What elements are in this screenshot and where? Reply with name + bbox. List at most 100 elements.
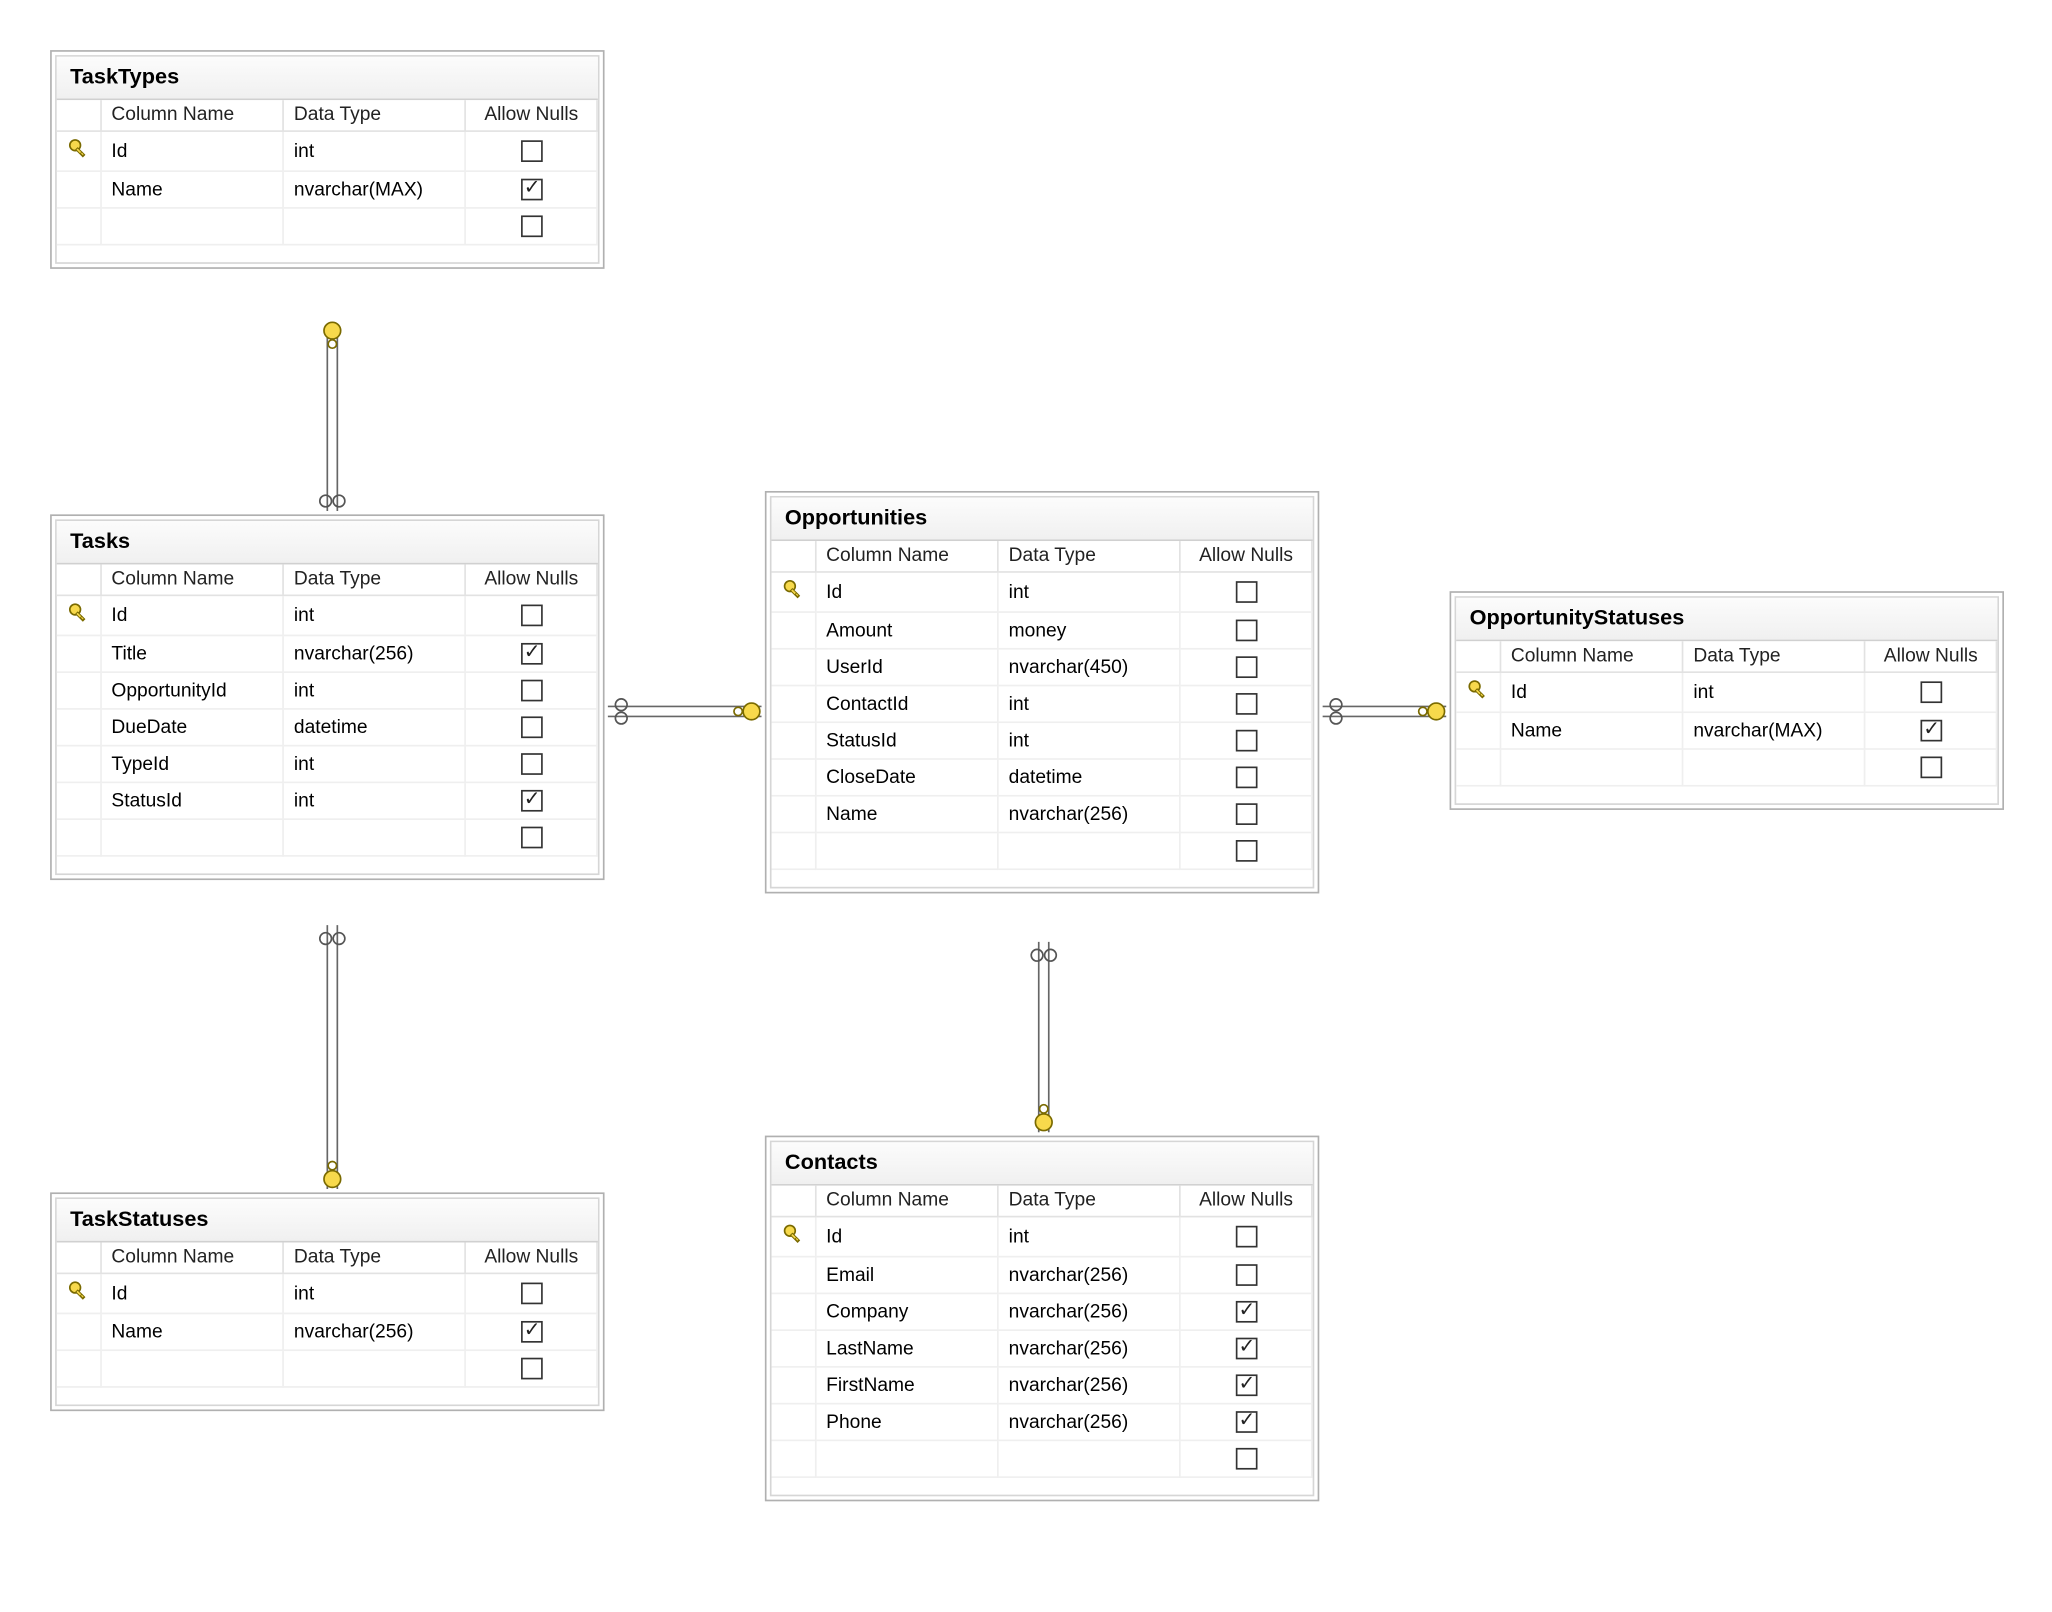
column-name: LastName	[815, 1330, 997, 1367]
column-row[interactable]: OpportunityIdint	[57, 672, 597, 709]
column-row[interactable]: LastNamenvarchar(256)	[772, 1330, 1312, 1367]
allow-nulls-checkbox[interactable]	[520, 605, 542, 627]
allow-nulls-checkbox[interactable]	[520, 179, 542, 201]
column-row-empty[interactable]	[57, 819, 597, 856]
allow-nulls-checkbox[interactable]	[1235, 656, 1257, 678]
table-contacts[interactable]: Contacts Column Name Data Type Allow Nul…	[765, 1136, 1319, 1502]
pk-cell	[57, 1313, 101, 1350]
column-row[interactable]: FirstNamenvarchar(256)	[772, 1367, 1312, 1404]
column-type: nvarchar(256)	[998, 1330, 1180, 1367]
column-row[interactable]: Idint	[1456, 672, 1996, 712]
primary-key-icon	[1466, 678, 1489, 701]
column-type: nvarchar(256)	[998, 796, 1180, 833]
pk-cell	[772, 1293, 816, 1330]
pk-cell	[772, 1367, 816, 1404]
column-row[interactable]: Namenvarchar(256)	[57, 1313, 597, 1350]
allow-nulls-checkbox[interactable]	[1235, 1411, 1257, 1433]
table-taskstatuses[interactable]: TaskStatuses Column Name Data Type Allow…	[50, 1192, 604, 1411]
allow-nulls-checkbox[interactable]	[1235, 1374, 1257, 1396]
column-row[interactable]: Titlenvarchar(256)	[57, 635, 597, 672]
allow-nulls-cell	[466, 1273, 597, 1313]
allow-nulls-checkbox[interactable]	[1920, 757, 1942, 779]
allow-nulls-checkbox[interactable]	[520, 643, 542, 665]
allow-nulls-checkbox[interactable]	[520, 827, 542, 849]
allow-nulls-checkbox[interactable]	[520, 1321, 542, 1343]
column-row[interactable]: DueDatedatetime	[57, 709, 597, 746]
table-tasks[interactable]: Tasks Column Name Data Type Allow Nulls …	[50, 514, 604, 880]
allow-nulls-checkbox[interactable]	[520, 790, 542, 812]
allow-nulls-checkbox[interactable]	[1920, 681, 1942, 703]
column-row-empty[interactable]	[772, 832, 1312, 869]
column-row[interactable]: Amountmoney	[772, 612, 1312, 649]
column-row[interactable]: Phonenvarchar(256)	[772, 1404, 1312, 1441]
column-row[interactable]: UserIdnvarchar(450)	[772, 649, 1312, 686]
column-name: Id	[815, 1217, 997, 1257]
allow-nulls-checkbox[interactable]	[1235, 1448, 1257, 1470]
column-row[interactable]: Idint	[57, 1273, 597, 1313]
allow-nulls-cell	[1180, 722, 1311, 759]
allow-nulls-checkbox[interactable]	[1235, 1338, 1257, 1360]
allow-nulls-checkbox[interactable]	[1235, 620, 1257, 642]
allow-nulls-cell	[1180, 612, 1311, 649]
allow-nulls-checkbox[interactable]	[520, 1358, 542, 1380]
table-title: OpportunityStatuses	[1456, 598, 1997, 641]
allow-nulls-cell	[466, 171, 597, 208]
allow-nulls-cell	[1180, 572, 1311, 612]
allow-nulls-checkbox[interactable]	[1235, 1301, 1257, 1323]
column-row[interactable]: Companynvarchar(256)	[772, 1293, 1312, 1330]
column-row[interactable]: Idint	[772, 1217, 1312, 1257]
column-row[interactable]: CloseDatedatetime	[772, 759, 1312, 796]
columns-grid: Column Name Data Type Allow Nulls IdintN…	[1456, 641, 1997, 786]
column-row[interactable]: Idint	[57, 595, 597, 635]
allow-nulls-checkbox[interactable]	[1235, 693, 1257, 715]
diagram-canvas[interactable]: TaskTypes Column Name Data Type Allow Nu…	[0, 0, 2051, 1603]
column-row[interactable]: Emailnvarchar(256)	[772, 1257, 1312, 1294]
pk-cell	[772, 722, 816, 759]
primary-key-icon	[781, 578, 804, 601]
allow-nulls-checkbox[interactable]	[1235, 1226, 1257, 1248]
column-name: Name	[815, 796, 997, 833]
allow-nulls-checkbox[interactable]	[1235, 581, 1257, 603]
allow-nulls-checkbox[interactable]	[520, 140, 542, 162]
column-name: Name	[1500, 712, 1682, 749]
pk-cell	[772, 1257, 816, 1294]
column-row[interactable]: TypeIdint	[57, 746, 597, 783]
allow-nulls-checkbox[interactable]	[1235, 730, 1257, 752]
table-tasktypes[interactable]: TaskTypes Column Name Data Type Allow Nu…	[50, 50, 604, 269]
allow-nulls-cell	[466, 709, 597, 746]
allow-nulls-checkbox[interactable]	[520, 753, 542, 775]
column-row[interactable]: Namenvarchar(MAX)	[57, 171, 597, 208]
column-row[interactable]: StatusIdint	[772, 722, 1312, 759]
pk-cell	[772, 612, 816, 649]
column-row[interactable]: ContactIdint	[772, 686, 1312, 723]
column-row[interactable]: Idint	[57, 131, 597, 171]
allow-nulls-cell	[1180, 1330, 1311, 1367]
allow-nulls-checkbox[interactable]	[1920, 720, 1942, 742]
allow-nulls-checkbox[interactable]	[520, 1283, 542, 1305]
column-row-empty[interactable]	[1456, 749, 1996, 786]
allow-nulls-checkbox[interactable]	[1235, 840, 1257, 862]
column-row-empty[interactable]	[772, 1440, 1312, 1477]
pk-cell	[772, 1404, 816, 1441]
allow-nulls-checkbox[interactable]	[1235, 1264, 1257, 1286]
column-row[interactable]: Namenvarchar(256)	[772, 796, 1312, 833]
columns-grid: Column Name Data Type Allow Nulls IdintN…	[57, 1242, 598, 1387]
column-row-empty[interactable]	[57, 208, 597, 245]
column-row[interactable]: StatusIdint	[57, 782, 597, 819]
column-row-empty[interactable]	[57, 1350, 597, 1387]
column-type: int	[1683, 672, 1865, 712]
table-title: TaskTypes	[57, 57, 598, 100]
column-type: int	[283, 595, 465, 635]
table-opportunitystatuses[interactable]: OpportunityStatuses Column Name Data Typ…	[1450, 591, 2004, 810]
column-row[interactable]: Namenvarchar(MAX)	[1456, 712, 1996, 749]
columns-grid: Column Name Data Type Allow Nulls IdintN…	[57, 100, 598, 245]
allow-nulls-checkbox[interactable]	[1235, 767, 1257, 789]
table-title: Contacts	[772, 1142, 1313, 1185]
column-row[interactable]: Idint	[772, 572, 1312, 612]
allow-nulls-checkbox[interactable]	[520, 215, 542, 237]
allow-nulls-checkbox[interactable]	[520, 680, 542, 702]
column-type: nvarchar(256)	[998, 1404, 1180, 1441]
table-opportunities[interactable]: Opportunities Column Name Data Type Allo…	[765, 491, 1319, 893]
allow-nulls-checkbox[interactable]	[1235, 803, 1257, 825]
allow-nulls-checkbox[interactable]	[520, 716, 542, 738]
